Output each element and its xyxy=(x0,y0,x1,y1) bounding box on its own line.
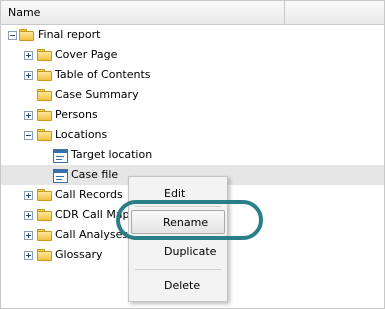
folder-icon xyxy=(37,49,52,61)
folder-icon xyxy=(37,89,52,101)
folder-open-icon xyxy=(19,29,34,41)
document-icon xyxy=(53,169,68,183)
menu-item-delete[interactable]: Delete xyxy=(130,274,226,296)
tree-node-cover-page[interactable]: Cover Page xyxy=(1,45,384,65)
folder-open-icon xyxy=(37,129,52,141)
tree-node-persons[interactable]: Persons xyxy=(1,105,384,125)
tree-node-label: Final report xyxy=(38,28,101,41)
collapse-icon[interactable] xyxy=(24,131,33,140)
tree-node-case-summary[interactable]: Case Summary xyxy=(1,85,384,105)
expand-icon[interactable] xyxy=(24,211,33,220)
tree-node-target-location[interactable]: Target location xyxy=(1,145,384,165)
expand-icon[interactable] xyxy=(24,111,33,120)
document-icon xyxy=(53,149,68,163)
menu-item-label: Delete xyxy=(164,279,201,292)
tree-node-label: Call Records xyxy=(55,188,123,201)
expand-icon[interactable] xyxy=(24,191,33,200)
column-divider[interactable] xyxy=(284,1,285,24)
column-header[interactable]: Name xyxy=(1,1,384,25)
tree-node-label: Persons xyxy=(55,108,98,121)
tree-node-final-report[interactable]: Final report xyxy=(1,25,384,45)
expand-icon[interactable] xyxy=(24,231,33,240)
menu-item-duplicate[interactable]: Duplicate xyxy=(130,240,226,262)
folder-icon xyxy=(37,189,52,201)
tree-node-label: Case file xyxy=(71,168,119,181)
folder-icon xyxy=(37,69,52,81)
highlight-ring xyxy=(116,200,263,240)
tree-node-locations[interactable]: Locations xyxy=(1,125,384,145)
expand-icon[interactable] xyxy=(24,251,33,260)
tree-node-label: Locations xyxy=(55,128,108,141)
collapse-icon[interactable] xyxy=(8,31,17,40)
menu-item-label: Duplicate xyxy=(164,245,217,258)
folder-icon xyxy=(37,229,52,241)
expand-icon[interactable] xyxy=(24,71,33,80)
folder-icon xyxy=(37,249,52,261)
tree-node-label: Table of Contents xyxy=(55,68,151,81)
tree-node-label: Cover Page xyxy=(55,48,118,61)
tree-node-label: Glossary xyxy=(55,248,103,261)
tree-node-table-of-contents[interactable]: Table of Contents xyxy=(1,65,384,85)
folder-icon xyxy=(37,109,52,121)
menu-item-label: Edit xyxy=(164,187,186,200)
tree-node-label: Call Analyses xyxy=(55,228,129,241)
menu-separator xyxy=(135,269,221,270)
folder-icon xyxy=(37,209,52,221)
tree-node-label: Case Summary xyxy=(55,88,139,101)
tree-node-label: Target location xyxy=(71,148,153,161)
expand-icon[interactable] xyxy=(24,51,33,60)
column-header-name[interactable]: Name xyxy=(8,6,40,19)
